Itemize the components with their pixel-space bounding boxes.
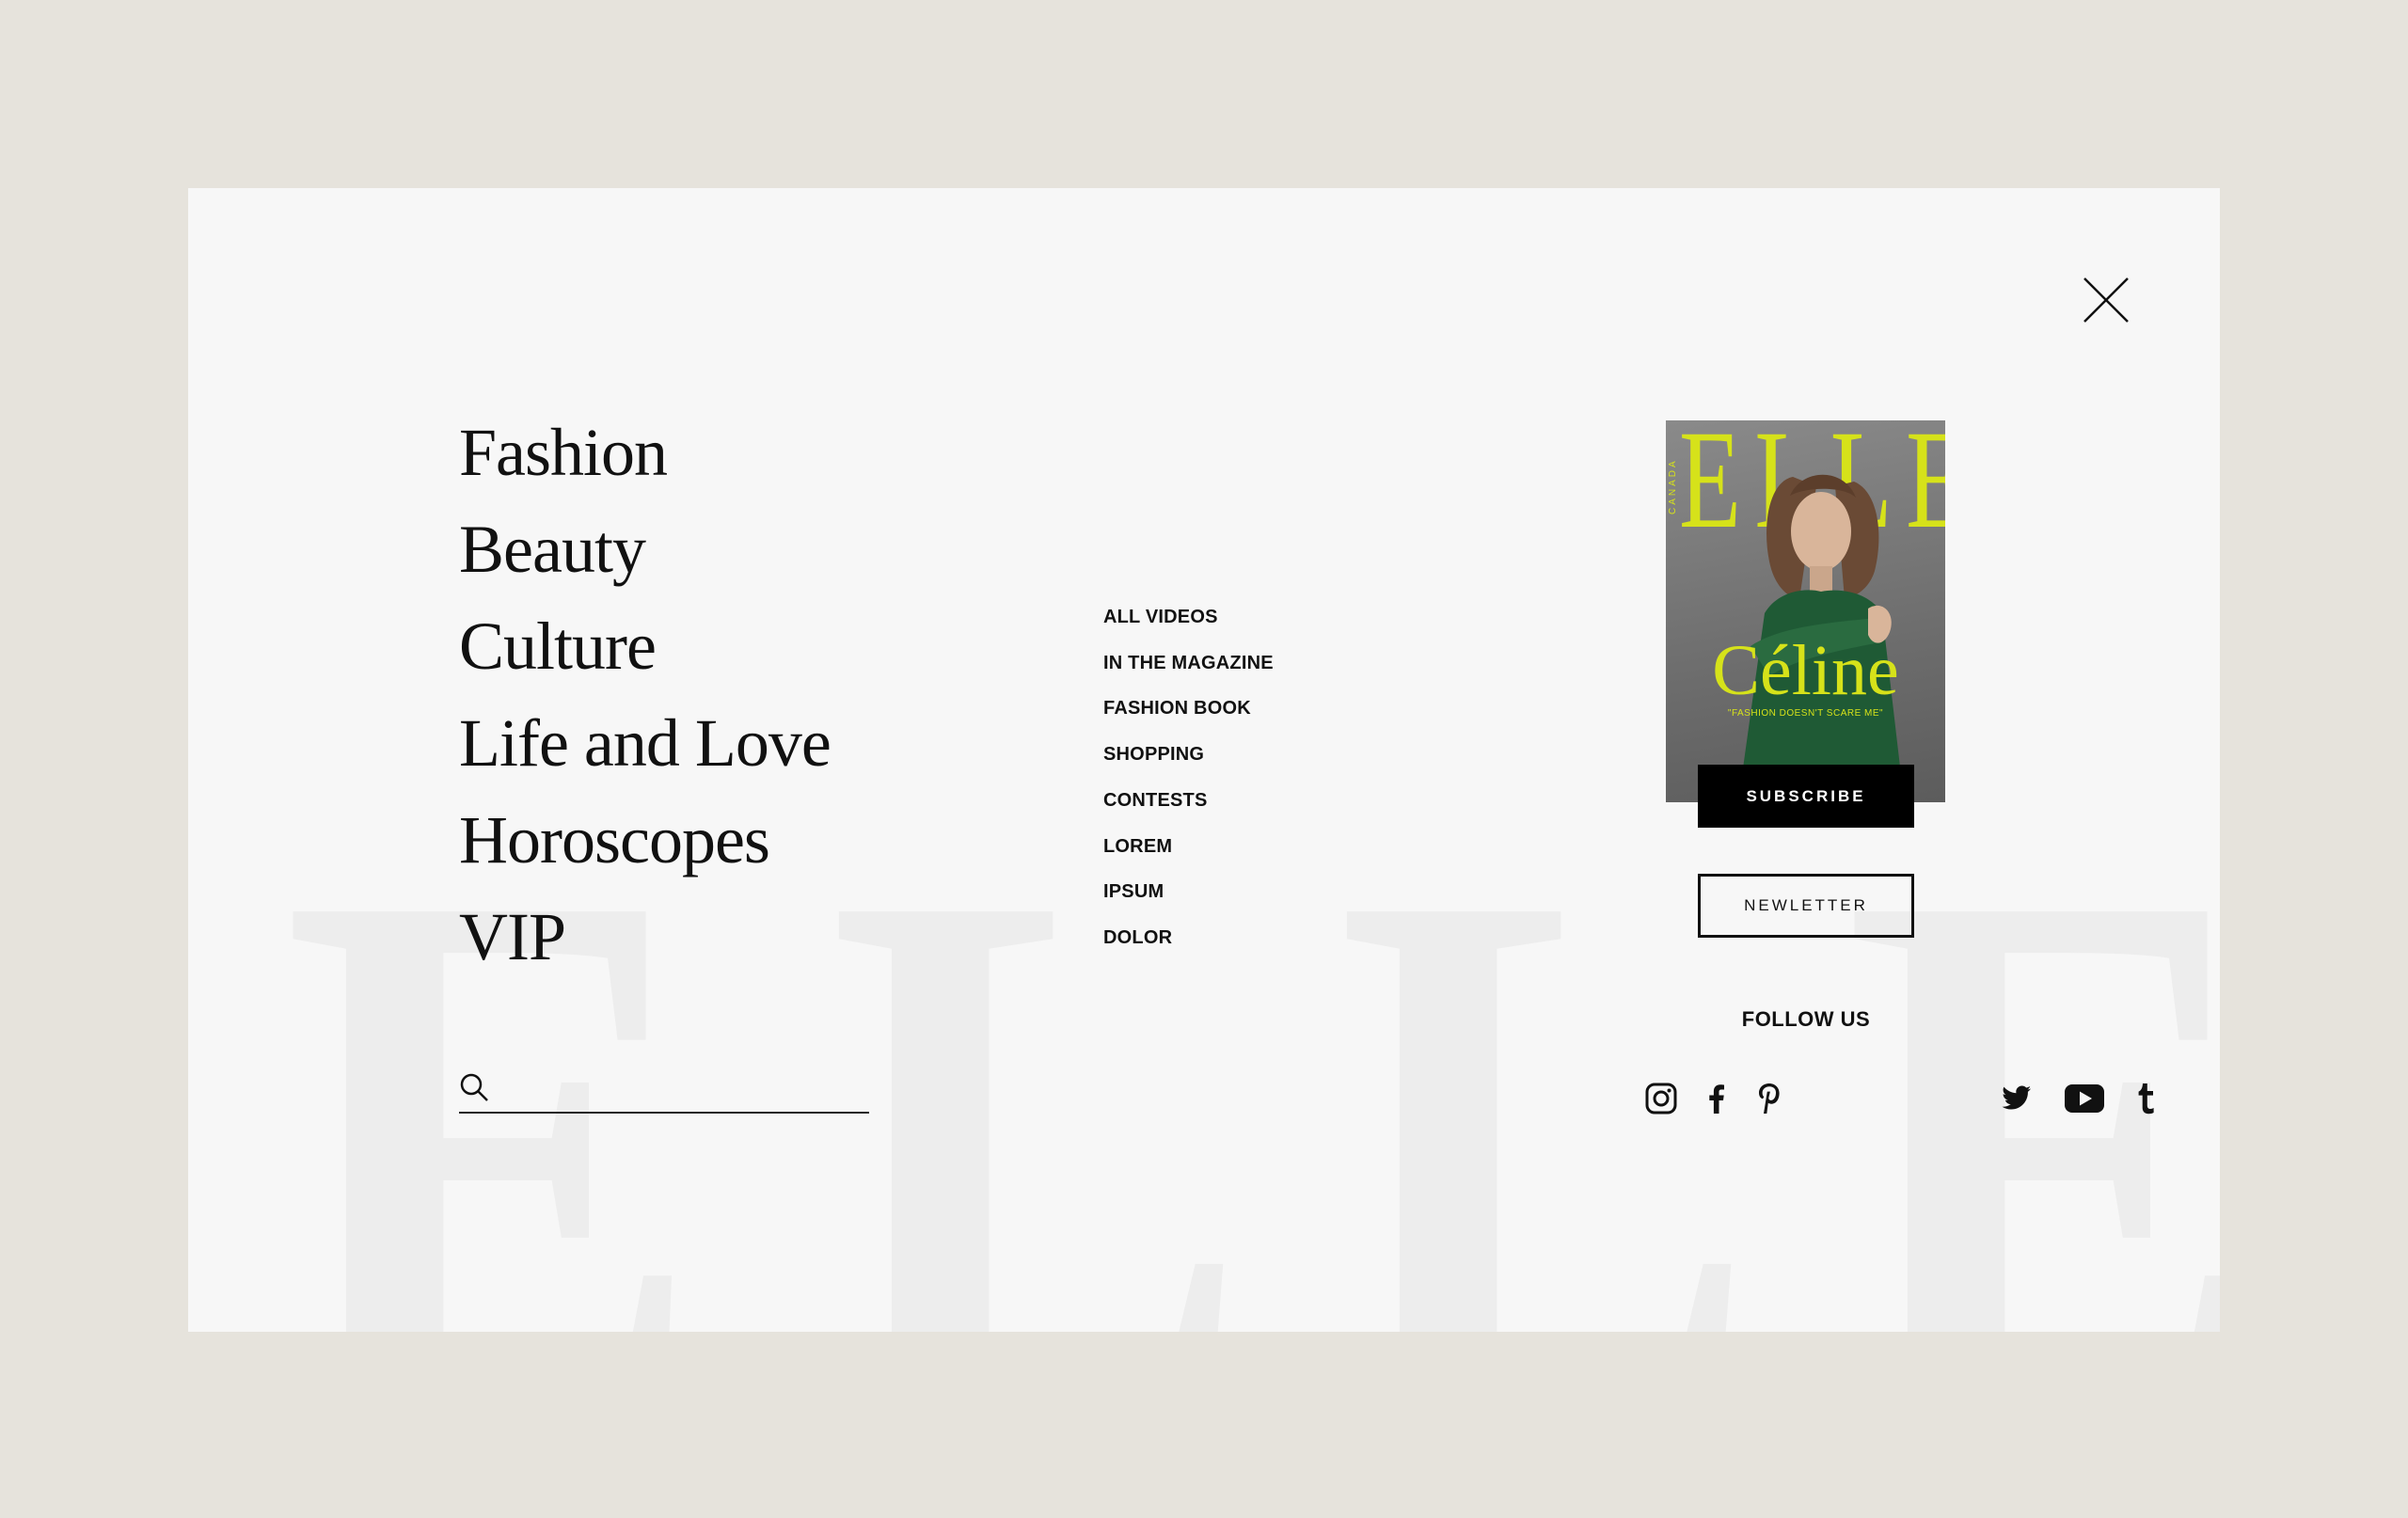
sub-nav-item-contests[interactable]: CONTESTS (1103, 778, 1274, 824)
main-nav-item-horoscopes[interactable]: Horoscopes (459, 792, 831, 889)
newsletter-button[interactable]: NEWLETTER (1698, 874, 1914, 938)
search-bar (459, 1067, 869, 1114)
sub-nav-item-dolor[interactable]: DOLOR (1103, 915, 1274, 961)
cover-model-image (1737, 474, 1905, 802)
main-nav: Fashion Beauty Culture Life and Love Hor… (459, 404, 832, 986)
sub-nav-item-in-the-magazine[interactable]: IN THE MAGAZINE (1103, 640, 1274, 687)
menu-overlay-panel: E L L E Fashion Beauty Culture Life and … (188, 188, 2220, 1332)
subscribe-button[interactable]: SUBSCRIBE (1698, 765, 1914, 828)
cover-edition: CANADA (1668, 458, 1678, 514)
follow-us-heading: FOLLOW US (1741, 1007, 1871, 1031)
instagram-icon (1645, 1083, 1677, 1115)
close-button[interactable] (2083, 277, 2130, 324)
main-nav-item-fashion[interactable]: Fashion (459, 404, 831, 501)
close-icon (2083, 277, 2129, 323)
cover-tagline: "FASHION DOESN'T SCARE ME" (1727, 708, 1884, 719)
sub-nav-item-lorem[interactable]: LOREM (1103, 824, 1274, 870)
cover-headline: Céline (1712, 631, 1899, 710)
search-input[interactable] (500, 1067, 867, 1110)
sub-nav-item-fashion-book[interactable]: FASHION BOOK (1103, 686, 1274, 732)
pinterest-icon (1759, 1083, 1780, 1114)
secondary-nav: ALL VIDEOS IN THE MAGAZINE FASHION BOOK … (1103, 594, 1274, 961)
youtube-icon (2065, 1084, 2104, 1113)
tumblr-link[interactable] (2131, 1079, 2160, 1118)
search-icon[interactable] (459, 1072, 489, 1102)
pinterest-link[interactable] (1754, 1079, 1784, 1118)
facebook-link[interactable] (1703, 1079, 1731, 1118)
sub-nav-item-ipsum[interactable]: IPSUM (1103, 869, 1274, 915)
twitter-icon (2002, 1085, 2031, 1110)
tumblr-icon (2138, 1083, 2154, 1115)
sub-nav-item-all-videos[interactable]: ALL VIDEOS (1103, 594, 1274, 640)
main-nav-item-vip[interactable]: VIP (459, 889, 831, 986)
facebook-icon (1709, 1084, 1724, 1114)
twitter-link[interactable] (1999, 1079, 2035, 1118)
watermark-letter-e2: E (1844, 771, 2220, 1332)
youtube-link[interactable] (2064, 1079, 2105, 1118)
magazine-cover[interactable]: ELLE CANADA Céline "FASHION DOESN'T SCAR… (1666, 420, 1945, 802)
main-nav-item-beauty[interactable]: Beauty (459, 501, 831, 598)
instagram-link[interactable] (1642, 1079, 1680, 1118)
watermark-letter-l2: L (1336, 730, 1758, 1332)
main-nav-item-life-and-love[interactable]: Life and Love (459, 695, 832, 792)
main-nav-item-culture[interactable]: Culture (459, 598, 831, 695)
sub-nav-item-shopping[interactable]: SHOPPING (1103, 732, 1274, 778)
